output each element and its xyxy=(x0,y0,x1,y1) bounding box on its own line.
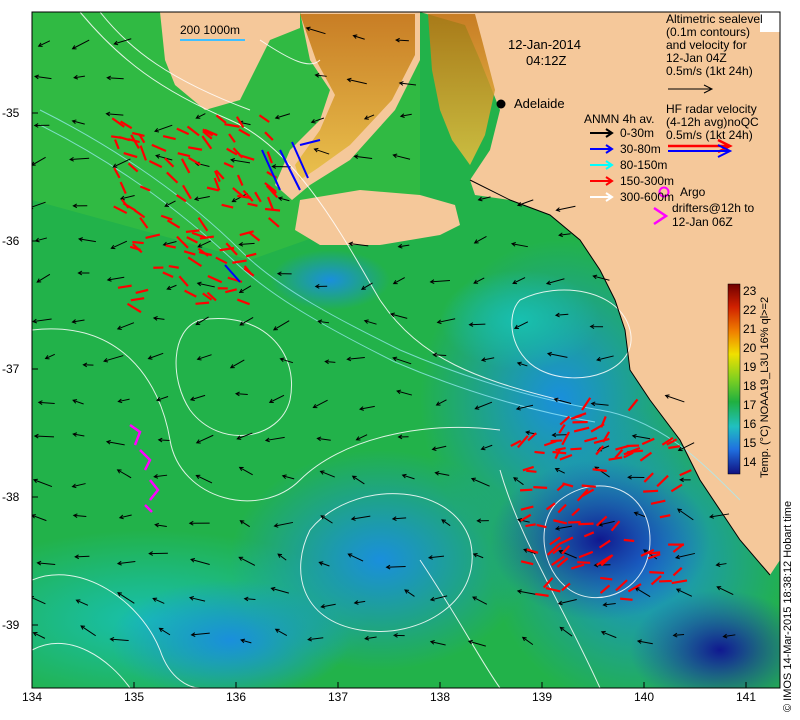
argo-legend-line: drifters@12h to xyxy=(672,201,755,215)
radar-arrow xyxy=(581,484,596,488)
radar-arrow xyxy=(264,207,281,212)
anmn-legend-item: 0-30m xyxy=(620,126,655,140)
colorbar xyxy=(727,283,741,475)
radar-arrow xyxy=(520,488,533,492)
colorbar-tick: 17 xyxy=(743,398,757,412)
radar-arrow xyxy=(534,450,545,455)
y-tick-label: -36 xyxy=(2,234,20,248)
x-tick-label: 135 xyxy=(123,690,145,704)
colorbar-tick: 19 xyxy=(743,360,757,374)
hf-legend-line: 0.5m/s (1kt 24h) xyxy=(666,128,753,142)
anmn-legend-item: 300-600m xyxy=(620,190,675,204)
x-tick-label: 137 xyxy=(327,690,349,704)
radar-arrow xyxy=(620,597,633,601)
colorbar-label: Temp. (°C) NOAA19_L3U 16% ql>=2 xyxy=(759,296,771,478)
hf-radar-legend: HF radar velocity (4-12h avg)noQC 0.5m/s… xyxy=(666,103,759,142)
x-tick-label: 140 xyxy=(633,690,655,704)
colorbar-tick: 18 xyxy=(743,379,757,393)
radar-arrow xyxy=(659,579,672,583)
radar-arrow xyxy=(578,522,594,526)
map-date: 12-Jan-2014 xyxy=(508,37,581,52)
anmn-legend-title: ANMN 4h av. xyxy=(584,112,655,126)
x-tick-label: 136 xyxy=(225,690,247,704)
x-tick-label: 139 xyxy=(531,690,553,704)
radar-arrow xyxy=(195,301,210,305)
radar-arrow xyxy=(550,439,563,443)
radar-arrow xyxy=(623,538,635,543)
argo-legend-line: 12-Jan 06Z xyxy=(672,215,733,229)
radar-arrow xyxy=(526,469,537,473)
colorbar-tick: 16 xyxy=(743,417,757,431)
colorbar-tick: 22 xyxy=(743,303,757,317)
colorbar-tick: 23 xyxy=(743,284,757,298)
anmn-legend-item: 150-300m xyxy=(620,174,675,188)
radar-arrow xyxy=(649,571,665,575)
x-tick-label: 138 xyxy=(429,690,451,704)
radar-arrow xyxy=(648,551,661,555)
map-time: 04:12Z xyxy=(526,53,567,68)
anmn-legend-item: 80-150m xyxy=(620,158,668,172)
colorbar-tick: 21 xyxy=(743,322,757,336)
altimetric-legend-line: 0.5m/s (1kt 24h) xyxy=(666,64,753,78)
scale-bar-label: 200 1000m xyxy=(180,23,241,37)
anmn-legend-item: 30-80m xyxy=(620,142,661,156)
y-tick-label: -39 xyxy=(2,618,20,632)
argo-legend-line: Argo xyxy=(680,185,706,199)
radar-arrow xyxy=(570,447,582,451)
radar-arrow xyxy=(533,486,548,489)
radar-arrow xyxy=(577,561,591,564)
radar-arrow xyxy=(600,576,613,581)
credit-text: © IMOS 14-Mar-2015 18:38:12 Hobart time xyxy=(782,500,794,712)
radar-arrow xyxy=(643,489,659,493)
legend-box xyxy=(760,12,780,32)
altimetric-legend: Altimetric sealevel (0.1m contours) and … xyxy=(666,13,763,78)
y-tick-label: -38 xyxy=(2,490,20,504)
adelaide-marker xyxy=(496,99,506,109)
y-tick-label: -35 xyxy=(2,106,20,120)
x-tick-label: 134 xyxy=(21,690,43,704)
y-tick-label: -37 xyxy=(2,362,20,376)
city-label-adelaide: Adelaide xyxy=(514,96,565,111)
colorbar-tick: 20 xyxy=(743,341,757,355)
colorbar-tick: 15 xyxy=(743,436,757,450)
x-tick-label: 141 xyxy=(735,690,757,704)
radar-arrow xyxy=(132,240,144,245)
colorbar-tick: 14 xyxy=(743,455,757,469)
